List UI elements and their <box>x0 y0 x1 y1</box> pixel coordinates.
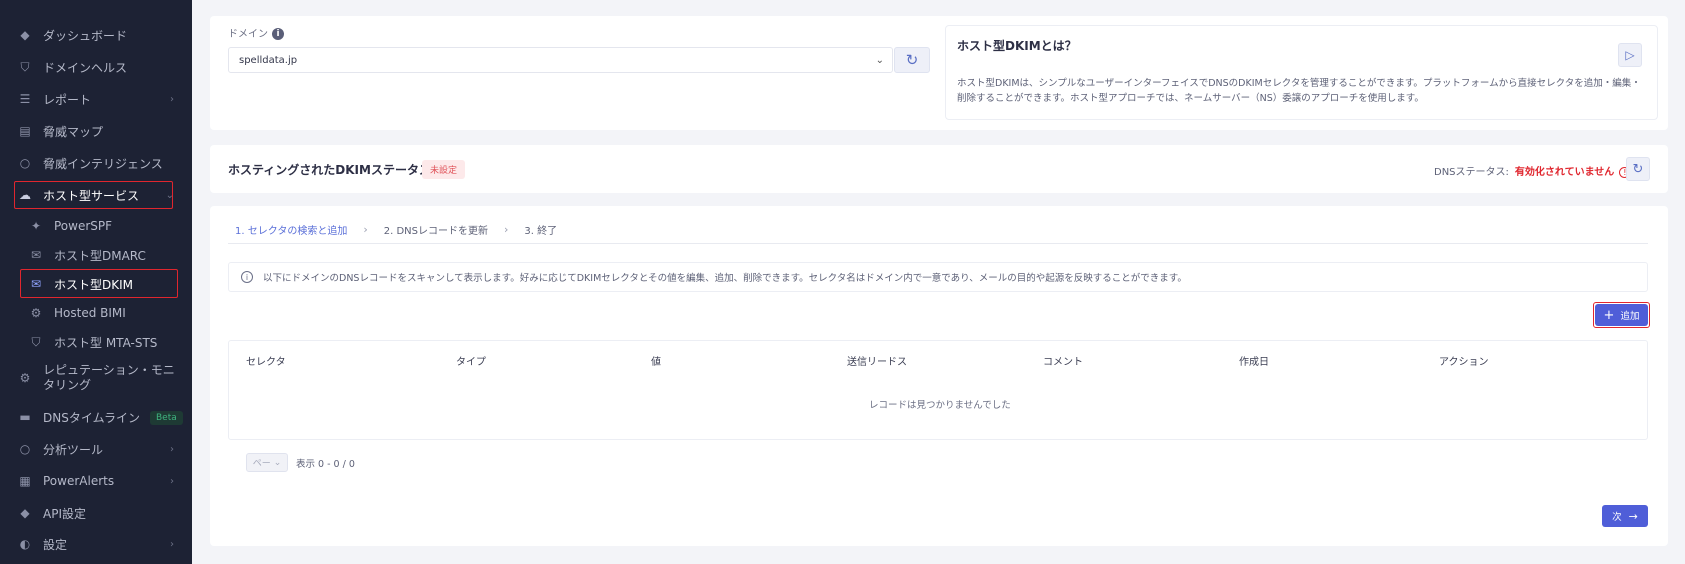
column-header-action: アクション <box>1439 357 1489 368</box>
chevron-down-icon: ⌄ <box>875 54 884 66</box>
status-badge: 未設定 <box>422 160 466 179</box>
report-icon: ☰ <box>19 92 31 106</box>
chevron-right-icon: › <box>363 223 368 236</box>
status-card: ホスティングされたDKIMステータス 未設定 DNSステータス: 有効化されていま… <box>210 145 1668 193</box>
dkim-info-panel: ホスト型DKIMとは？ ▷ ホスト型DKIMは、シンプルなユーザーインターフェイ… <box>945 25 1658 120</box>
page-size-select[interactable]: ペー ⌄ <box>246 453 288 472</box>
sidebar-item-powerspf[interactable]: ✦ PowerSPF <box>0 212 192 240</box>
api-icon: ◆ <box>20 506 30 520</box>
dns-status-value: 有効化されていません <box>1514 167 1615 178</box>
pagination: ペー ⌄ 表示 0 - 0 / 0 <box>246 453 355 472</box>
info-notice: i 以下にドメインのDNSレコードをスキャンして表示します。好みに応じてDKIM… <box>228 262 1648 292</box>
column-header-created[interactable]: 作成日 <box>1239 353 1269 368</box>
gear-icon: ⚙ <box>30 306 42 320</box>
spf-icon: ✦ <box>30 219 42 233</box>
analysis-icon: ○ <box>19 442 31 456</box>
sidebar-item-dns-timeline[interactable]: ▬ DNSタイムライン Beta <box>0 403 192 431</box>
sidebar-item-domain-health[interactable]: ⛉ ドメインヘルス <box>0 53 192 81</box>
arrow-right-icon: → <box>1628 509 1638 523</box>
shield-icon: ⛉ <box>31 334 41 349</box>
stepper: 1. セレクタの検索と追加 › 2. DNSレコードを更新 › 3. 終了 <box>235 222 557 237</box>
play-icon: ▷ <box>1625 48 1635 62</box>
refresh-status-button[interactable]: ↻ <box>1626 157 1650 181</box>
refresh-domain-button[interactable]: ↻ <box>894 47 930 73</box>
highlight-hosted-dkim <box>20 269 178 298</box>
column-header-comment[interactable]: コメント <box>1043 353 1083 368</box>
sidebar-item-hosted-mta-sts[interactable]: ⛉ ホスト型 MTA-STS <box>0 328 192 356</box>
pagination-summary: 表示 0 - 0 / 0 <box>296 458 355 470</box>
chevron-right-icon: › <box>170 443 174 455</box>
mail-icon: ✉ <box>30 248 42 262</box>
stepper-divider <box>228 243 1648 244</box>
sidebar-item-hosted-dmarc[interactable]: ✉ ホスト型DMARC <box>0 241 192 269</box>
beta-badge: Beta <box>150 411 183 425</box>
sidebar-item-reports[interactable]: ☰ レポート › <box>0 85 192 113</box>
sidebar-item-threat-intel[interactable]: ○ 脅威インテリジェンス <box>0 149 192 177</box>
timeline-icon: ▬ <box>19 410 31 424</box>
domain-label: ドメイン i <box>228 25 284 40</box>
column-header-sending-leads[interactable]: 送信リードス <box>847 353 907 368</box>
info-icon: i <box>241 271 253 283</box>
chevron-right-icon: › <box>170 93 174 105</box>
selector-card: 1. セレクタの検索と追加 › 2. DNSレコードを更新 › 3. 終了 i … <box>210 206 1668 546</box>
highlight-hosted-services <box>14 181 173 209</box>
selector-table: セレクタ タイプ 値 送信リードス コメント 作成日 アクション レコードは見つ… <box>228 340 1648 440</box>
toggle-icon: ◐ <box>19 537 31 551</box>
info-title: ホスト型DKIMとは？ <box>957 39 1077 53</box>
chevron-right-icon: › <box>503 223 509 236</box>
sidebar: ◆ ダッシュボード ⛉ ドメインヘルス ☰ レポート › ▤ 脅威マップ ○ 脅… <box>0 0 192 564</box>
chevron-right-icon: › <box>170 538 174 550</box>
empty-state: レコードは見つかりませんでした <box>869 400 1011 411</box>
sidebar-item-analysis-tools[interactable]: ○ 分析ツール › <box>0 435 192 463</box>
sidebar-item-api-settings[interactable]: ◆ API設定 <box>0 499 192 527</box>
diamond-icon: ◆ <box>20 28 30 42</box>
shield-check-icon: ⛉ <box>20 59 30 74</box>
gear-icon: ⚙ <box>19 371 31 385</box>
chevron-down-icon: ⌄ <box>273 457 282 468</box>
info-icon[interactable]: i <box>272 28 284 40</box>
sidebar-item-poweralerts[interactable]: ▦ PowerAlerts › <box>0 467 192 495</box>
step-3[interactable]: 3. 終了 <box>524 222 557 237</box>
status-title: ホスティングされたDKIMステータス <box>228 163 431 177</box>
alerts-icon: ▦ <box>19 474 31 488</box>
radar-icon: ○ <box>19 156 31 170</box>
refresh-icon: ↻ <box>905 51 919 69</box>
sidebar-item-threat-map[interactable]: ▤ 脅威マップ <box>0 117 192 145</box>
column-header-type[interactable]: タイプ <box>456 353 486 368</box>
sidebar-item-settings[interactable]: ◐ 設定 › <box>0 530 192 558</box>
step-1[interactable]: 1. セレクタの検索と追加 <box>235 222 347 237</box>
column-header-value[interactable]: 値 <box>651 353 661 368</box>
dns-status: DNSステータス: 有効化されていません! <box>1434 163 1631 178</box>
domain-card: ドメイン i spelldata.jp ⌄ ↻ ホスト型DKIMとは？ ▷ ホスト… <box>210 16 1668 130</box>
column-header-selector[interactable]: セレクタ <box>246 353 286 368</box>
sidebar-item-hosted-bimi[interactable]: ⚙ Hosted BIMI <box>0 299 192 327</box>
step-2[interactable]: 2. DNSレコードを更新 <box>384 222 488 237</box>
play-video-button[interactable]: ▷ <box>1618 43 1642 67</box>
domain-select[interactable]: spelldata.jp ⌄ <box>228 47 893 73</box>
highlight-add-button <box>1593 302 1650 328</box>
chevron-right-icon: › <box>170 475 174 487</box>
refresh-icon: ↻ <box>1632 161 1644 177</box>
info-description: ホスト型DKIMは、シンプルなユーザーインターフェイスでDNSのDKIMセレクタ… <box>957 78 1641 104</box>
next-button[interactable]: 次 → <box>1602 505 1648 527</box>
sidebar-item-reputation-monitoring[interactable]: ⚙ レピュテーション・モニタリング <box>0 361 192 395</box>
sidebar-item-dashboard[interactable]: ◆ ダッシュボード <box>0 21 192 49</box>
map-icon: ▤ <box>19 124 31 138</box>
